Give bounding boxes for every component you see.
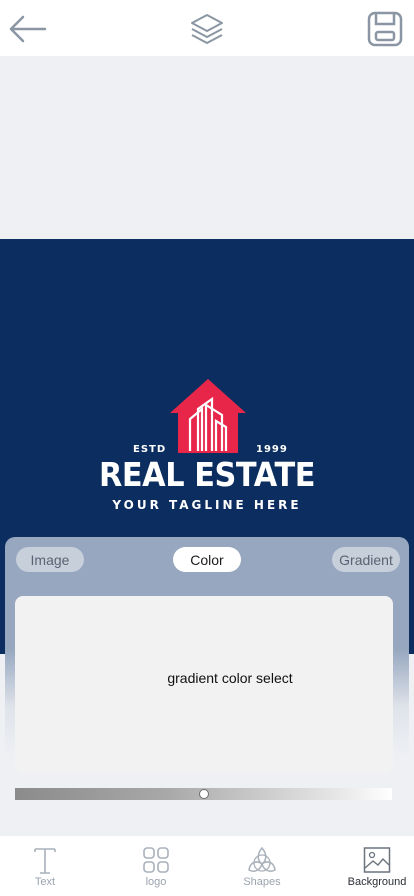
brand-title: REAL ESTATE <box>98 455 316 494</box>
logo-grid-icon <box>143 847 169 873</box>
estd-label: ESTD <box>133 444 167 455</box>
image-icon <box>363 847 391 873</box>
nav-item-logo[interactable]: logo <box>116 844 196 892</box>
text-icon <box>34 848 56 874</box>
nav-label-shapes: Shapes <box>243 876 281 888</box>
back-button[interactable] <box>6 8 48 50</box>
nav-label-text: Text <box>34 876 56 888</box>
nav-label-background: Background <box>347 876 407 888</box>
house-building-logo <box>170 379 246 453</box>
save-button[interactable] <box>364 8 406 50</box>
top-toolbar <box>0 0 414 56</box>
tagline: YOUR TAGLINE HERE <box>112 498 302 512</box>
year-label: 1999 <box>256 444 288 455</box>
picker-label: gradient color select <box>167 670 293 686</box>
nav-item-shapes[interactable]: Shapes <box>222 844 302 892</box>
floppy-disk-icon <box>367 11 403 47</box>
shapes-icon <box>248 846 276 872</box>
nav-label-logo: logo <box>145 876 167 888</box>
layers-icon <box>191 14 223 44</box>
tab-gradient[interactable]: Gradient <box>332 547 400 572</box>
layers-button[interactable] <box>186 8 228 50</box>
slider-thumb[interactable] <box>198 789 209 799</box>
tab-image[interactable]: Image <box>16 547 84 572</box>
gradient-slider[interactable] <box>15 788 392 800</box>
tab-color[interactable]: Color <box>173 547 241 572</box>
bottom-nav: Text logo Shapes Background <box>0 836 414 896</box>
nav-item-background[interactable]: Background <box>337 844 414 892</box>
panel-pointer <box>366 818 384 836</box>
nav-item-text[interactable]: Text <box>5 844 85 892</box>
arrow-left-icon <box>9 15 47 43</box>
gradient-color-picker[interactable]: gradient color select <box>15 596 393 773</box>
background-panel: Image Color Gradient gradient color sele… <box>5 537 409 837</box>
